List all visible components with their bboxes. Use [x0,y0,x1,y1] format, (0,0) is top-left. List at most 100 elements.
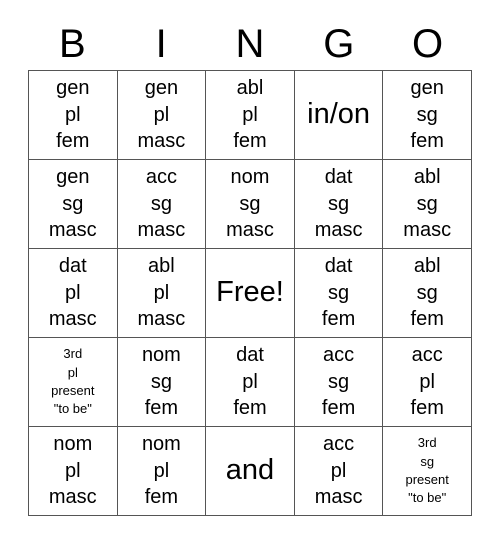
bingo-header-letter-i: I [155,22,167,66]
bingo-cell-line: masc [226,219,274,242]
bingo-cell-line: dat [58,255,87,278]
bingo-cell-line: sg [420,453,435,469]
bingo-cell-line: sg [416,103,438,126]
bingo-cell-line: fem [321,308,356,331]
bingo-cell-line: fem [233,130,267,153]
bingo-cell-line: sg [416,192,438,215]
bingo-cell-line: sg [239,192,261,215]
bingo-cell-r3-c4[interactable]: dat sg fem [294,249,384,338]
bingo-cell-line: abl [236,77,264,100]
bingo-cell-line: dat [324,255,353,278]
bingo-cell-line: and [225,454,275,487]
bingo-cell-line: fem [56,130,90,153]
bingo-cell-r2-c2[interactable]: acc sg masc [117,160,207,249]
bingo-cell-r4-c3[interactable]: dat pl fem [206,338,295,427]
bingo-cell-line: fem [321,397,356,420]
bingo-cell-line: pl [65,459,81,482]
bingo-cell-line: Free! [216,276,284,309]
bingo-cell-line: fem [144,397,179,420]
bingo-cell-line: sg [328,370,350,393]
bingo-cell-line: abl [413,255,441,278]
bingo-cell-line: fem [233,397,267,420]
bingo-cell-r5-c5[interactable]: 3rd sg present "to be" [383,427,472,516]
bingo-cell-line: sg [328,281,350,304]
bingo-cell-line: masc [403,219,452,242]
bingo-cell-line: pl [242,370,258,393]
bingo-cell-line: nom [230,166,270,189]
bingo-cell-r2-c4[interactable]: dat sg masc [294,160,384,249]
bingo-cell-line: 3rd [417,435,437,451]
bingo-cell-line: present [51,383,95,398]
bingo-cell-line: pl [330,459,347,482]
bingo-cell-line: dat [236,344,264,367]
bingo-header-letter-b: B [59,22,86,66]
bingo-cell-r4-c1[interactable]: 3rd pl present "to be" [29,338,118,427]
bingo-cell-line: pl [153,281,170,304]
bingo-cell-r2-c3[interactable]: nom sg masc [206,160,295,249]
bingo-cell-line: "to be" [408,490,447,506]
bingo-cell-line: acc [323,344,355,367]
bingo-cell-r1-c2[interactable]: gen pl masc [117,71,207,160]
bingo-cell-line: masc [137,130,186,153]
bingo-cell-r5-c4[interactable]: acc pl masc [294,427,384,516]
bingo-cell-line: fem [144,486,179,509]
bingo-cell-line: gen [56,166,90,189]
bingo-cell-r4-c2[interactable]: nom sg fem [117,338,207,427]
bingo-cell-line: dat [324,166,353,189]
bingo-cell-line: pl [242,103,258,126]
bingo-cell-line: "to be" [53,401,92,417]
bingo-cell-r2-c1[interactable]: gen sg masc [29,160,118,249]
bingo-header-letter-g: G [323,22,355,66]
bingo-cell-line: sg [150,370,172,393]
bingo-cell-line: pl [153,103,170,126]
bingo-card: B I N G O gen pl fem gen pl masc abl pl fem in/on… [0,0,500,544]
bingo-cell-line: fem [410,397,444,420]
bingo-cell-r3-c2[interactable]: abl pl masc [117,249,207,338]
bingo-cell-line: masc [137,308,186,331]
bingo-cell-line: acc [145,166,177,189]
bingo-cell-r5-c1[interactable]: nom pl masc [29,427,118,516]
bingo-cell-line: gen [410,77,444,100]
bingo-cell-r1-c5[interactable]: gen sg fem [383,71,472,160]
bingo-header-row: B I N G O [28,18,472,70]
bingo-cell-line: masc [314,486,363,509]
bingo-cell-line: sg [328,192,350,215]
bingo-grid: gen pl fem gen pl masc abl pl fem in/on gen sg fem ge… [28,70,472,516]
bingo-cell-line: acc [323,433,355,456]
bingo-cell-line: pl [65,281,81,304]
bingo-cell-line: gen [144,77,179,100]
bingo-cell-line: nom [141,433,181,456]
bingo-cell-line: pl [419,370,435,393]
bingo-cell-r3-c3[interactable]: Free! [206,249,295,338]
bingo-cell-line: sg [416,281,438,304]
bingo-cell-line: gen [56,77,90,100]
bingo-cell-r5-c3[interactable]: and [206,427,295,516]
bingo-cell-r2-c5[interactable]: abl sg masc [383,160,472,249]
bingo-cell-line: pl [153,459,170,482]
bingo-cell-r1-c3[interactable]: abl pl fem [206,71,295,160]
bingo-cell-r3-c5[interactable]: abl sg fem [383,249,472,338]
bingo-header-letter-o: O [412,22,444,66]
bingo-cell-r1-c4[interactable]: in/on [294,71,384,160]
bingo-cell-line: masc [314,219,363,242]
bingo-cell-line: masc [48,486,97,509]
bingo-cell-line: pl [67,364,78,380]
bingo-cell-r4-c4[interactable]: acc sg fem [294,338,384,427]
bingo-cell-line: nom [53,433,93,456]
bingo-cell-line: fem [410,308,444,331]
bingo-cell-line: sg [62,192,84,215]
bingo-cell-r5-c2[interactable]: nom pl fem [117,427,207,516]
bingo-cell-line: sg [150,192,172,215]
bingo-cell-line: abl [413,166,441,189]
bingo-cell-line: 3rd [63,346,83,362]
bingo-cell-r3-c1[interactable]: dat pl masc [29,249,118,338]
bingo-cell-line: acc [411,344,443,367]
bingo-cell-line: masc [48,219,97,242]
bingo-cell-line: nom [141,344,181,367]
bingo-cell-line: present [405,472,449,487]
bingo-cell-line: abl [148,255,175,278]
bingo-cell-r1-c1[interactable]: gen pl fem [29,71,118,160]
bingo-cell-r4-c5[interactable]: acc pl fem [383,338,472,427]
bingo-cell-line: masc [137,219,186,242]
bingo-cell-line: fem [410,130,444,153]
